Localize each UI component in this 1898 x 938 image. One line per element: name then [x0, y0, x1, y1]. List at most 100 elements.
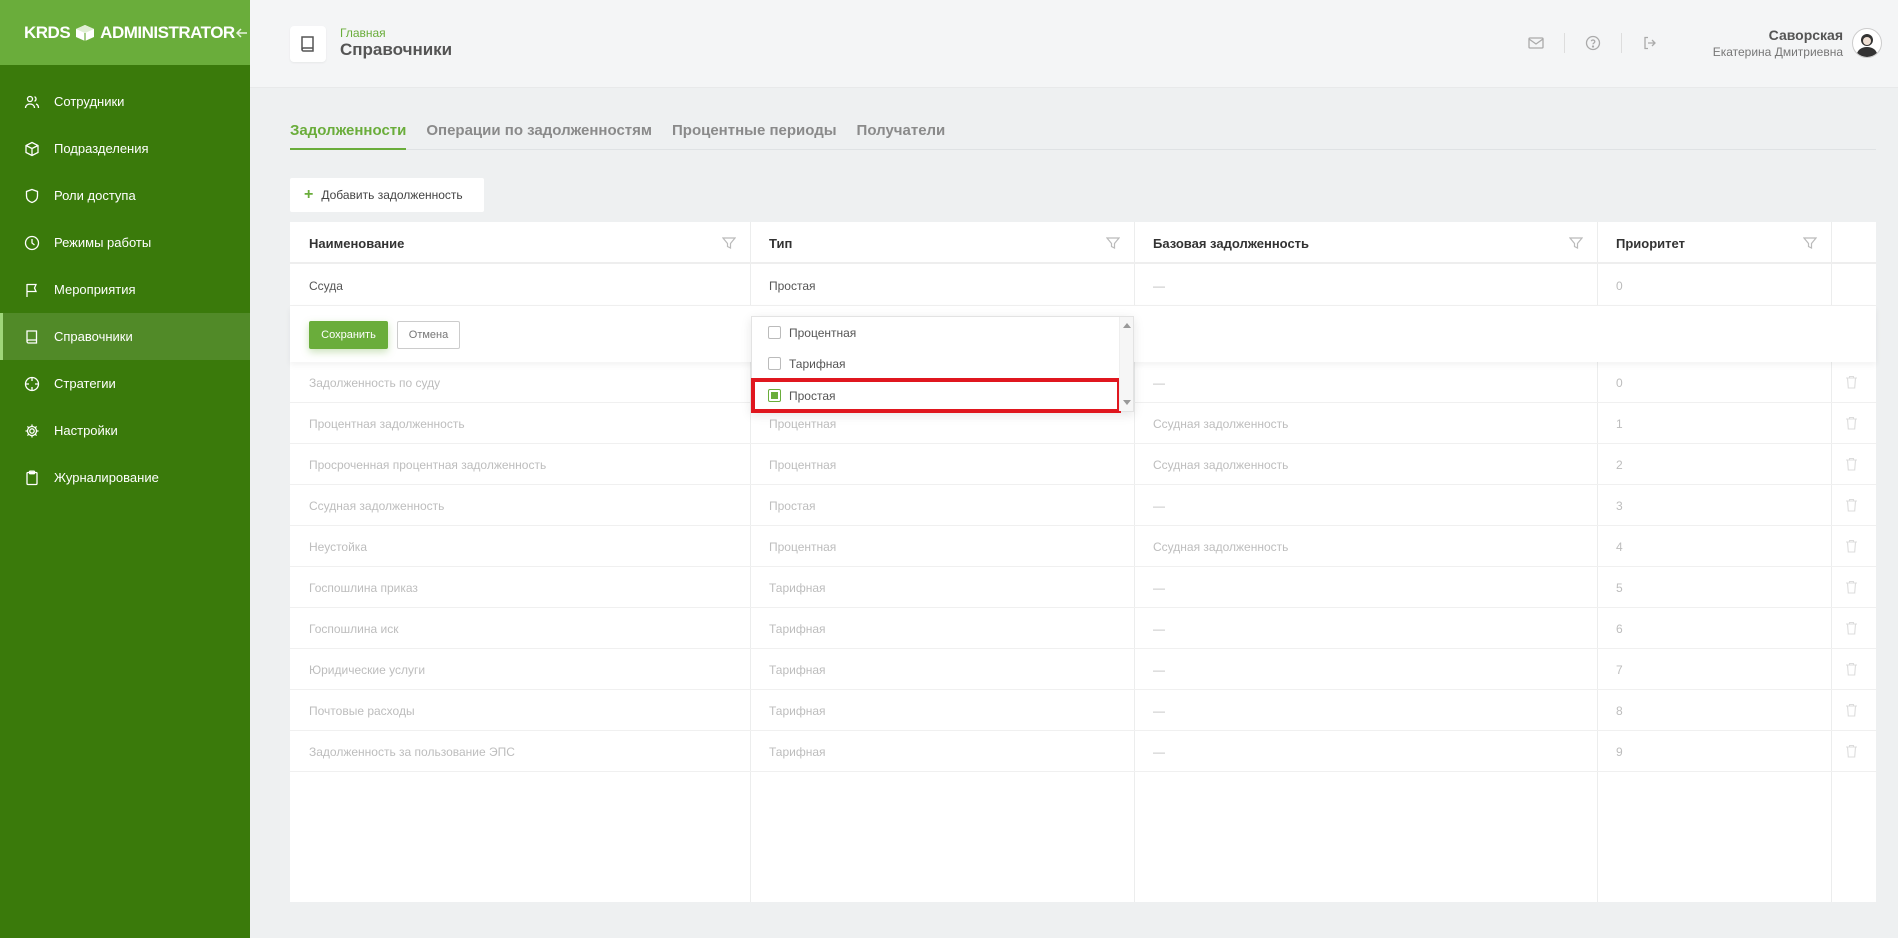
header-label: Наименование	[309, 235, 405, 251]
base-debt-cell: —	[1153, 744, 1165, 759]
trash-icon[interactable]	[1845, 416, 1858, 430]
mail-button[interactable]	[1508, 32, 1564, 54]
scroll-down-icon[interactable]	[1123, 400, 1131, 405]
header-label: Тип	[769, 235, 793, 251]
header-name[interactable]: Наименование	[290, 222, 750, 264]
name-cell: Процентная задолженность	[309, 416, 465, 431]
tab-debt-operations[interactable]: Операции по задолженностям	[426, 120, 652, 150]
table-row[interactable]: Задолженность за пользование ЭПС Тарифная…	[290, 731, 1876, 772]
type-select[interactable]: Простая	[750, 265, 1134, 306]
filter-icon[interactable]	[722, 236, 736, 250]
arrow-left-icon	[235, 27, 247, 38]
name-cell: Ссудная задолженность	[309, 498, 445, 513]
trash-icon[interactable]	[1845, 375, 1858, 389]
avatar[interactable]	[1852, 28, 1882, 58]
sidebar-item-label: Справочники	[54, 329, 133, 344]
trash-icon[interactable]	[1845, 703, 1858, 717]
dropdown-scrollbar[interactable]	[1119, 317, 1133, 411]
trash-icon[interactable]	[1845, 457, 1858, 471]
trash-icon[interactable]	[1845, 662, 1858, 676]
help-button[interactable]	[1565, 32, 1621, 54]
user-info[interactable]: Саворская Екатерина Дмитриевна	[1713, 27, 1843, 59]
base-debt-cell: Ссудная задолженность	[1153, 539, 1289, 554]
table-row[interactable]: Почтовые расходы Тарифная — 8	[290, 690, 1876, 731]
table-row[interactable]: Юридические услуги Тарифная — 7	[290, 649, 1876, 690]
logout-button[interactable]	[1622, 32, 1678, 54]
trash-icon[interactable]	[1845, 539, 1858, 553]
name-cell: Госпошлина приказ	[309, 580, 418, 595]
type-option-tariff[interactable]: Тарифная	[752, 348, 1120, 379]
priority-cell: 5	[1616, 580, 1623, 595]
table-row-editing: Ссуда Простая — 0	[290, 265, 1876, 306]
sidebar-item-departments[interactable]: Подразделения	[0, 125, 250, 172]
type-cell: Тарифная	[769, 703, 826, 718]
tab-interest-periods[interactable]: Процентные периоды	[672, 120, 837, 150]
cancel-button[interactable]: Отмена	[397, 321, 460, 349]
base-debt-cell: —	[1153, 621, 1165, 636]
sidebar-item-logging[interactable]: Журналирование	[0, 454, 250, 501]
name-cell[interactable]: Ссуда	[290, 265, 750, 306]
name-cell: Неустойка	[309, 539, 367, 554]
add-debt-button[interactable]: + Добавить задолженность	[290, 178, 484, 212]
type-cell: Тарифная	[769, 580, 826, 595]
table-row[interactable]: Госпошлина иск Тарифная — 6	[290, 608, 1876, 649]
type-option-interest[interactable]: Процентная	[752, 317, 1120, 348]
sidebar-item-settings[interactable]: Настройки	[0, 407, 250, 454]
priority-cell: 3	[1616, 498, 1623, 513]
sidebar-item-employees[interactable]: Сотрудники	[0, 78, 250, 125]
sidebar-item-access-roles[interactable]: Роли доступа	[0, 172, 250, 219]
header-type[interactable]: Тип	[750, 222, 1134, 264]
filter-icon[interactable]	[1569, 236, 1583, 250]
trash-icon[interactable]	[1845, 498, 1858, 512]
header-label: Базовая задолженность	[1153, 235, 1310, 251]
checkbox[interactable]	[768, 357, 781, 370]
trash-icon[interactable]	[1845, 621, 1858, 635]
priority-cell: 1	[1616, 416, 1623, 431]
base-debt-cell: —	[1153, 498, 1165, 513]
type-cell: Процентная	[769, 457, 837, 472]
type-option-simple[interactable]: Простая	[751, 378, 1121, 413]
sidebar-item-label: Настройки	[54, 423, 118, 438]
base-debt-cell: Ссудная задолженность	[1153, 416, 1289, 431]
priority-cell[interactable]: 0	[1597, 265, 1831, 306]
trash-icon[interactable]	[1845, 744, 1858, 758]
option-label: Процентная	[789, 325, 857, 340]
table-row[interactable]: Неустойка Процентная Ссудная задолженность…	[290, 526, 1876, 567]
tab-debts[interactable]: Задолженности	[290, 120, 407, 150]
name-cell: Юридические услуги	[309, 662, 426, 677]
table-row[interactable]: Ссудная задолженность Простая — 3	[290, 485, 1876, 526]
sidebar-item-work-modes[interactable]: Режимы работы	[0, 219, 250, 266]
save-button[interactable]: Сохранить	[309, 321, 388, 349]
logo-text-right: ADMINISTRATOR	[100, 22, 235, 42]
breadcrumb-home[interactable]: Главная	[340, 26, 386, 40]
type-cell: Тарифная	[769, 662, 826, 677]
gear-icon	[25, 424, 39, 437]
name-cell: Задолженность за пользование ЭПС	[309, 744, 515, 759]
checkbox[interactable]	[768, 389, 781, 402]
filter-icon[interactable]	[1803, 236, 1817, 250]
filter-icon[interactable]	[1106, 236, 1120, 250]
table-row[interactable]: Госпошлина приказ Тарифная — 5	[290, 567, 1876, 608]
header-priority[interactable]: Приоритет	[1597, 222, 1831, 264]
base-debt-cell[interactable]: —	[1134, 265, 1597, 306]
sidebar-item-directories[interactable]: Справочники	[0, 313, 250, 360]
collapse-sidebar-button[interactable]	[235, 22, 249, 44]
app-logo[interactable]: KRDS ADMINISTRATOR	[24, 23, 235, 43]
base-debt-cell: —	[1153, 375, 1165, 390]
user-avatar-icon	[1856, 34, 1878, 57]
sidebar-item-events[interactable]: Мероприятия	[0, 266, 250, 313]
sidebar-nav: Сотрудники Подразделения Роли доступа Ре…	[0, 78, 250, 501]
table-row[interactable]: Просроченная процентная задолженность Про…	[290, 444, 1876, 485]
cube-icon	[25, 141, 39, 156]
trash-icon[interactable]	[1845, 580, 1858, 594]
scroll-up-icon[interactable]	[1123, 323, 1131, 328]
priority-cell: 2	[1616, 457, 1623, 472]
sidebar-item-label: Стратегии	[54, 376, 116, 391]
logo-text-left: KRDS	[24, 22, 71, 42]
sidebar-item-strategies[interactable]: Стратегии	[0, 360, 250, 407]
base-debt-cell: Ссудная задолженность	[1153, 457, 1289, 472]
header-base-debt[interactable]: Базовая задолженность	[1134, 222, 1597, 264]
tab-recipients[interactable]: Получатели	[857, 120, 946, 150]
page-icon	[290, 26, 326, 62]
checkbox[interactable]	[768, 326, 781, 339]
